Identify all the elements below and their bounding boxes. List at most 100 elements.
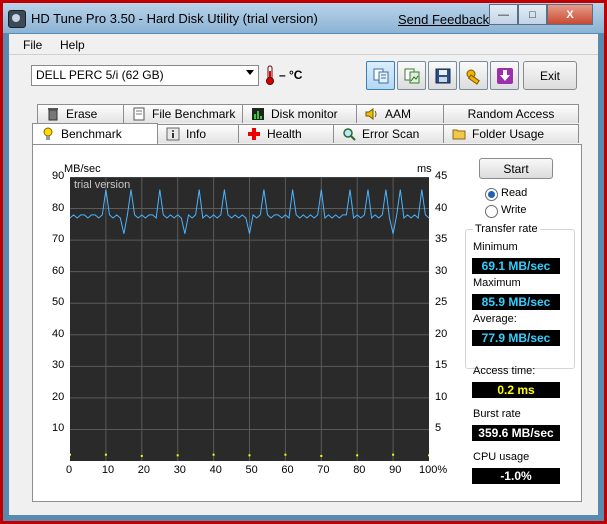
copy-image-icon	[404, 68, 419, 83]
tab-health[interactable]: Health	[238, 124, 334, 143]
access-time-point	[284, 453, 287, 456]
title-bar[interactable]: HD Tune Pro 3.50 - Hard Disk Utility (tr…	[3, 3, 604, 33]
tab-info[interactable]: Info	[157, 124, 239, 143]
access-time-point	[104, 453, 107, 456]
y-tick-label: 90	[52, 170, 65, 182]
y2-tick-label: 25	[435, 296, 448, 309]
tab-label: Error Scan	[362, 127, 420, 141]
app-icon	[8, 10, 26, 28]
tab-aam[interactable]: AAM	[356, 104, 444, 123]
access-time-value: 0.2 ms	[472, 382, 560, 398]
access-time-point	[140, 454, 143, 457]
copy-info-button[interactable]	[366, 61, 395, 90]
bar-chart-icon	[252, 108, 264, 120]
window-title: HD Tune Pro 3.50 - Hard Disk Utility (tr…	[31, 11, 318, 26]
minimum-label: Minimum	[473, 241, 518, 253]
write-radio[interactable]	[485, 205, 498, 218]
access-time-point	[248, 454, 251, 457]
y-tick-label: 70	[52, 233, 65, 246]
tab-label: Benchmark	[61, 127, 122, 141]
drive-select[interactable]: DELL PERC 5/i (62 GB)	[31, 65, 259, 86]
save-button[interactable]	[428, 61, 457, 90]
y2-tick-label: 10	[435, 390, 448, 403]
folder-icon	[452, 129, 466, 140]
transfer-rate-title: Transfer rate	[473, 223, 540, 235]
cpu-usage-value: -1.0%	[472, 468, 560, 484]
x-tick-label: 0	[66, 464, 73, 476]
tab-label: File Benchmark	[152, 107, 236, 121]
x-tick-label: 30	[173, 464, 186, 476]
maximum-value: 85.9 MB/sec	[472, 294, 560, 310]
y-tick-label: 40	[52, 327, 65, 340]
menu-help[interactable]: Help	[60, 38, 85, 52]
write-label: Write	[501, 204, 527, 216]
info-icon	[166, 127, 180, 141]
app-window: HD Tune Pro 3.50 - Hard Disk Utility (tr…	[0, 0, 607, 524]
start-button[interactable]: Start	[479, 158, 553, 179]
x-tick-label: 10	[101, 464, 115, 476]
access-time-point	[320, 454, 323, 457]
options-button[interactable]	[459, 61, 488, 90]
benchmark-chart	[69, 176, 430, 461]
tab-label: Info	[186, 127, 207, 141]
minimize-button[interactable]: —	[489, 4, 518, 25]
tab-folder-usage[interactable]: Folder Usage	[443, 124, 579, 143]
y-tick-label: 20	[52, 390, 65, 403]
average-label: Average:	[473, 313, 517, 325]
tab-label: Erase	[66, 107, 98, 121]
exit-button[interactable]: Exit	[523, 61, 577, 90]
right-axis-unit: ms	[417, 163, 432, 175]
menu-file[interactable]: File	[23, 38, 42, 52]
x-tick-label: 50	[245, 464, 258, 476]
left-axis-unit: MB/sec	[64, 163, 101, 175]
access-time-point	[356, 454, 359, 457]
tab-random-access[interactable]: Random Access	[443, 104, 579, 123]
x-tick-label: 90	[389, 464, 402, 476]
floppy-disk-icon	[435, 68, 450, 83]
send-feedback-link[interactable]: Send Feedback	[398, 12, 489, 27]
y-tick-label: 10	[52, 422, 65, 435]
document-icon	[133, 107, 145, 121]
y2-tick-label: 30	[435, 264, 448, 277]
client-area: File Help DELL PERC 5/i (62 GB) – °C Exi…	[9, 34, 598, 515]
tab-error-scan[interactable]: Error Scan	[333, 124, 444, 143]
maximize-button[interactable]: □	[518, 4, 547, 25]
y2-tick-label: 45	[435, 170, 448, 182]
benchmark-graph: trial version	[69, 176, 430, 461]
close-button[interactable]: X	[547, 4, 593, 25]
chevron-down-icon	[246, 70, 254, 75]
benchmark-panel: MB/sec ms 90 80 70 60 50 40 30 20 10 45 40 35 30 25 2…	[32, 144, 582, 502]
trial-watermark: trial version	[74, 179, 131, 191]
x-tick-label: 20	[137, 464, 151, 476]
trash-icon	[48, 108, 58, 121]
drive-select-value: DELL PERC 5/i (62 GB)	[36, 68, 164, 82]
y-tick-label: 80	[52, 201, 65, 214]
download-arrow-icon	[496, 67, 513, 84]
access-time-point	[212, 453, 215, 456]
tab-benchmark[interactable]: Benchmark	[32, 123, 158, 144]
tab-file-benchmark[interactable]: File Benchmark	[123, 104, 243, 123]
read-radio[interactable]	[485, 188, 498, 201]
thermometer-icon	[266, 65, 274, 85]
x-tick-label: 100%	[419, 464, 448, 476]
tab-label: Disk monitor	[271, 107, 338, 121]
speaker-icon	[365, 108, 377, 120]
copy-screenshot-button[interactable]	[397, 61, 426, 90]
x-tick-label: 70	[317, 464, 330, 476]
tab-label: Health	[267, 127, 302, 141]
maximum-label: Maximum	[473, 277, 521, 289]
minimum-value: 69.1 MB/sec	[472, 258, 560, 274]
read-label: Read	[501, 187, 528, 199]
access-time-point	[428, 454, 430, 457]
x-tick-label: 80	[353, 464, 366, 476]
download-button[interactable]	[490, 61, 519, 90]
burst-rate-label: Burst rate	[473, 408, 521, 420]
temperature-readout: – °C	[279, 68, 303, 82]
wrench-icon	[466, 69, 480, 85]
magnifier-icon	[343, 128, 356, 141]
tab-disk-monitor[interactable]: Disk monitor	[242, 104, 357, 123]
red-cross-icon	[248, 128, 260, 140]
cpu-usage-label: CPU usage	[473, 451, 530, 463]
lightbulb-icon	[43, 127, 53, 140]
tab-erase[interactable]: Erase	[37, 104, 124, 123]
